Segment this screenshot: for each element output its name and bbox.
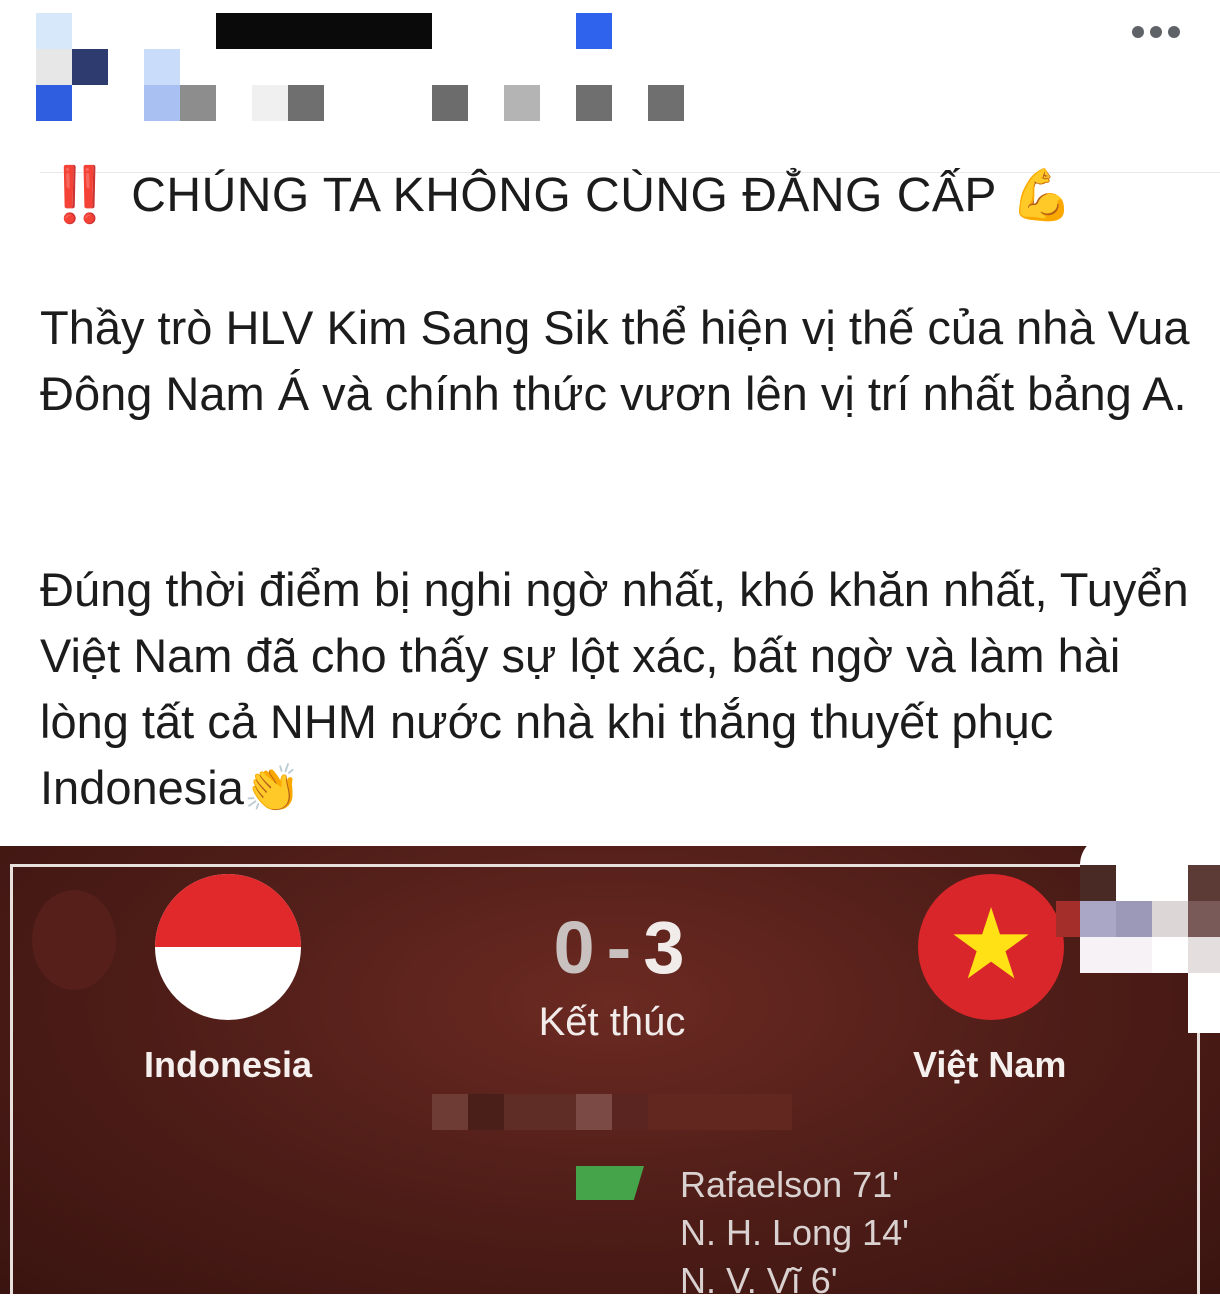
post-headline: ‼️ CHÚNG TA KHÔNG CÙNG ĐẲNG CẤP 💪	[46, 160, 1074, 230]
dot-icon	[1168, 26, 1180, 38]
more-options-button[interactable]	[1124, 18, 1188, 46]
double-exclamation-icon: ‼️	[46, 164, 113, 225]
scorer-3: N. V. Vĩ 6'	[680, 1260, 838, 1301]
match-status: Kết thúc	[538, 1000, 686, 1044]
scorer-1: Rafaelson 71'	[680, 1164, 900, 1205]
pixelated-block	[144, 49, 180, 85]
avatar[interactable]	[36, 13, 108, 121]
match-score: 0-3	[520, 905, 720, 990]
pixelated-block	[144, 85, 180, 121]
verified-badge-icon	[576, 13, 612, 49]
post-paragraph-2: Đúng thời điểm bị nghi ngờ nhất, khó khă…	[40, 557, 1190, 821]
home-team-name: Indonesia	[144, 1044, 313, 1085]
dot-icon	[1132, 26, 1144, 38]
paragraph-2-text: Đúng thời điểm bị nghi ngờ nhất, khó khă…	[40, 563, 1189, 814]
vietnam-flag-icon: ★	[918, 874, 1064, 1020]
post-paragraph-1: Thầy trò HLV Kim Sang Sik thể hiện vị th…	[40, 295, 1190, 427]
headline-text: CHÚNG TA KHÔNG CÙNG ĐẲNG CẤP	[131, 168, 997, 222]
indonesia-flag-icon	[155, 874, 301, 1020]
scorer-2: N. H. Long 14'	[680, 1212, 910, 1253]
author-name-redacted[interactable]	[216, 13, 432, 49]
away-team-name: Việt Nam	[913, 1044, 1067, 1085]
post-header	[0, 0, 1220, 145]
goal-indicator-icon	[576, 1166, 644, 1200]
background-blur-shape	[32, 890, 116, 990]
home-score: 0	[553, 906, 597, 989]
score-separator: -	[606, 906, 634, 989]
away-score: 3	[643, 906, 687, 989]
clapping-hands-icon: 👏	[243, 762, 302, 814]
flexed-biceps-icon: 💪	[1010, 166, 1074, 223]
dot-icon	[1150, 26, 1162, 38]
paragraph-1-text: Thầy trò HLV Kim Sang Sik thể hiện vị th…	[40, 301, 1190, 420]
